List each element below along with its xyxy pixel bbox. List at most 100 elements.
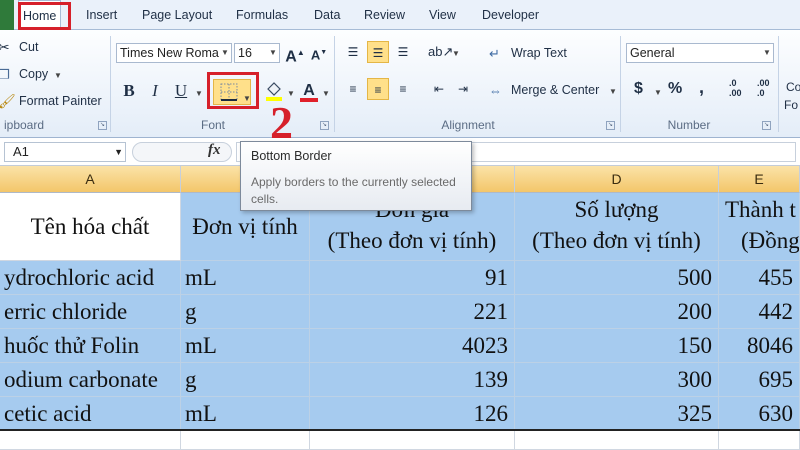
shrink-font-icon[interactable]: A▼: [308, 42, 330, 64]
group-divider: [110, 36, 111, 132]
column-header-a[interactable]: A: [0, 166, 181, 193]
empty-cell[interactable]: [181, 431, 310, 450]
cell-unit[interactable]: mL: [181, 329, 310, 363]
conditional-formatting-button[interactable]: Co: [786, 80, 800, 94]
cell-total[interactable]: 630: [719, 397, 800, 431]
name-box-dropdown-icon[interactable]: ▼: [114, 143, 123, 161]
cell-total[interactable]: 442: [719, 295, 800, 329]
increase-decimal-button[interactable]: .0 .00: [729, 78, 742, 98]
cut-button[interactable]: Cut: [19, 40, 38, 54]
cell-unit-price[interactable]: 4023: [310, 329, 515, 363]
name-box[interactable]: A1 ▼: [4, 142, 126, 162]
cell-quantity[interactable]: 500: [515, 261, 719, 295]
cell-unit-price[interactable]: 139: [310, 363, 515, 397]
underline-icon[interactable]: U: [170, 80, 192, 102]
cell-unit[interactable]: mL: [181, 397, 310, 431]
column-header-d[interactable]: D: [515, 166, 719, 193]
tab-insert[interactable]: Insert: [82, 0, 121, 30]
tab-developer[interactable]: Developer: [478, 0, 543, 30]
font-size-combo[interactable]: 16 ▼: [234, 43, 280, 63]
cell-quantity[interactable]: 325: [515, 397, 719, 431]
wrap-text-button[interactable]: Wrap Text: [511, 46, 567, 60]
number-format-dropdown-icon[interactable]: ▼: [761, 44, 773, 62]
copy-icon: ❐: [0, 67, 10, 82]
italic-icon[interactable]: I: [144, 80, 166, 102]
align-right-icon[interactable]: ≡: [392, 78, 414, 100]
increase-indent-icon[interactable]: ⇥: [452, 78, 474, 100]
cell-unit-price[interactable]: 91: [310, 261, 515, 295]
orientation-icon[interactable]: ab↗: [428, 41, 453, 63]
header-cell-qty[interactable]: Số lượng (Theo đơn vị tính): [515, 193, 719, 261]
cell-unit-price[interactable]: 126: [310, 397, 515, 431]
grow-font-icon[interactable]: A▲: [284, 42, 306, 65]
bold-icon[interactable]: B: [118, 80, 140, 102]
number-format-combo[interactable]: General ▼: [626, 43, 774, 63]
tab-formulas[interactable]: Formulas: [232, 0, 292, 30]
format-painter-button[interactable]: Format Painter: [19, 94, 102, 108]
font-launcher-icon[interactable]: ↘: [320, 121, 329, 130]
number-format-value: General: [630, 46, 675, 60]
file-tab[interactable]: [0, 0, 14, 30]
tab-view[interactable]: View: [425, 0, 460, 30]
alignment-launcher-icon[interactable]: ↘: [606, 121, 615, 130]
align-middle-icon[interactable]: ☰: [367, 41, 389, 63]
cell-unit-price[interactable]: 221: [310, 295, 515, 329]
comma-button[interactable]: ,: [699, 77, 704, 98]
underline-dropdown-icon[interactable]: ▼: [195, 89, 203, 98]
cell-chemical-name[interactable]: huốc thử Folin: [0, 329, 181, 363]
font-color-dropdown-icon[interactable]: ▼: [322, 89, 330, 98]
font-name-value: Times New Roma: [120, 46, 219, 60]
cell-unit[interactable]: mL: [181, 261, 310, 295]
cell-unit[interactable]: g: [181, 363, 310, 397]
name-box-value: A1: [13, 144, 29, 159]
home-highlight-box: [18, 2, 71, 30]
align-top-icon[interactable]: ☰: [342, 41, 364, 63]
column-header-e[interactable]: E: [719, 166, 800, 193]
cut-icon: ✂: [0, 39, 10, 55]
empty-cell[interactable]: [0, 431, 181, 450]
copy-button[interactable]: Copy: [19, 67, 48, 81]
font-color-icon[interactable]: A: [298, 80, 320, 102]
copy-dropdown-icon[interactable]: ▼: [54, 71, 62, 80]
cell-total[interactable]: 695: [719, 363, 800, 397]
cell-chemical-name[interactable]: odium carbonate: [0, 363, 181, 397]
header-cell-total[interactable]: Thành t (Đồng: [719, 193, 800, 261]
clipboard-launcher-icon[interactable]: ↘: [98, 121, 107, 130]
tab-page-layout[interactable]: Page Layout: [138, 0, 216, 30]
cell-quantity[interactable]: 150: [515, 329, 719, 363]
empty-cell[interactable]: [515, 431, 719, 450]
merge-dropdown-icon[interactable]: ▼: [609, 87, 617, 96]
percent-button[interactable]: %: [668, 80, 682, 98]
cell-quantity[interactable]: 300: [515, 363, 719, 397]
alignment-group-label: Alignment: [441, 118, 495, 132]
tab-data[interactable]: Data: [310, 0, 344, 30]
format-as-table-button[interactable]: Fo: [784, 98, 798, 112]
ribbon-tab-bar: Home Insert Page Layout Formulas Data Re…: [0, 0, 800, 31]
number-launcher-icon[interactable]: ↘: [762, 121, 771, 130]
align-bottom-icon[interactable]: ☰: [392, 41, 414, 63]
font-size-dropdown-icon[interactable]: ▼: [267, 44, 279, 62]
empty-cell[interactable]: [719, 431, 800, 450]
cell-chemical-name[interactable]: ydrochloric acid: [0, 261, 181, 295]
align-left-icon[interactable]: ≡: [342, 78, 364, 100]
cell-total[interactable]: 8046: [719, 329, 800, 363]
cell-chemical-name[interactable]: erric chloride: [0, 295, 181, 329]
decrease-decimal-button[interactable]: .00 .0: [757, 78, 770, 98]
currency-button[interactable]: $: [634, 80, 643, 98]
orientation-dropdown-icon[interactable]: ▼: [452, 49, 460, 58]
merge-center-button[interactable]: Merge & Center: [511, 83, 599, 97]
header-cell-name[interactable]: Tên hóa chất: [0, 193, 181, 261]
cell-quantity[interactable]: 200: [515, 295, 719, 329]
empty-cell[interactable]: [310, 431, 515, 450]
wrap-text-icon: ↵: [489, 46, 500, 61]
insert-function-icon[interactable]: fx: [208, 142, 221, 159]
currency-dropdown-icon[interactable]: ▼: [654, 88, 662, 97]
font-name-combo[interactable]: Times New Roma ▼: [116, 43, 232, 63]
cell-total[interactable]: 455: [719, 261, 800, 295]
decrease-indent-icon[interactable]: ⇤: [428, 78, 450, 100]
align-center-icon[interactable]: ≡: [367, 78, 389, 100]
cell-chemical-name[interactable]: cetic acid: [0, 397, 181, 431]
cell-unit[interactable]: g: [181, 295, 310, 329]
font-name-dropdown-icon[interactable]: ▼: [219, 44, 231, 62]
tab-review[interactable]: Review: [360, 0, 409, 30]
